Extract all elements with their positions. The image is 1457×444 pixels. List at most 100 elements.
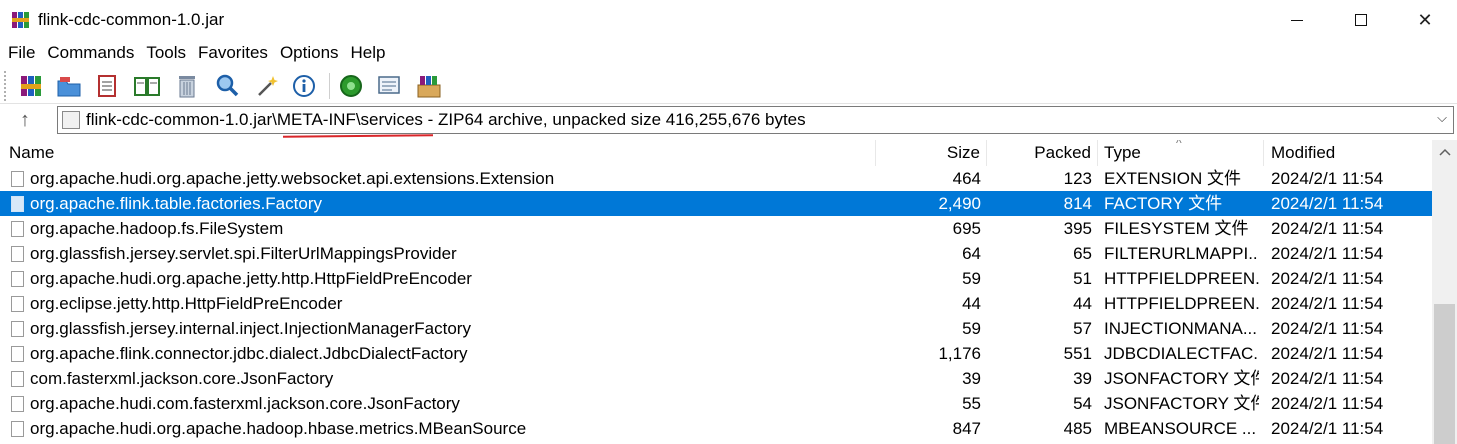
- sfx-button[interactable]: [414, 71, 444, 101]
- file-packed: 551: [1063, 344, 1092, 363]
- file-packed: 123: [1063, 169, 1092, 188]
- file-type: JDBCDIALECTFAC...: [1104, 344, 1259, 363]
- file-type: JSONFACTORY 文件: [1104, 394, 1259, 413]
- column-header-modified[interactable]: Modified: [1264, 140, 1432, 166]
- table-row[interactable]: org.apache.hudi.com.fasterxml.jackson.co…: [0, 391, 1432, 416]
- file-type: FILESYSTEM 文件: [1104, 219, 1249, 238]
- table-row[interactable]: org.apache.hudi.org.apache.jetty.websock…: [0, 166, 1432, 191]
- column-header-size[interactable]: Size: [876, 140, 987, 166]
- file-size: 39: [962, 369, 981, 388]
- file-size: 847: [952, 419, 981, 438]
- file-size: 55: [962, 394, 981, 413]
- column-header-packed[interactable]: Packed: [987, 140, 1098, 166]
- file-type: HTTPFIELDPREEN...: [1104, 294, 1259, 313]
- file-packed: 395: [1063, 219, 1092, 238]
- file-icon: [11, 246, 24, 262]
- file-name: org.apache.hudi.org.apache.jetty.websock…: [30, 169, 555, 188]
- file-modified: 2024/2/1 11:54: [1271, 394, 1384, 413]
- winrar-books-icon: [12, 12, 29, 28]
- scrollbar-thumb[interactable]: [1434, 304, 1455, 444]
- scroll-up-button[interactable]: [1432, 140, 1457, 164]
- java-archive-icon: [62, 111, 80, 129]
- menu-file[interactable]: File: [2, 41, 41, 65]
- address-dropdown-icon[interactable]: ⌵: [1437, 110, 1447, 126]
- list-header: Name Size Packed Type Modified ^: [0, 140, 1432, 166]
- file-type: FILTERURLMAPPI...: [1104, 244, 1259, 263]
- view-icon: [134, 77, 160, 96]
- file-packed: 54: [1073, 394, 1092, 413]
- chevron-up-icon: [1438, 148, 1451, 156]
- wizard-button[interactable]: [252, 71, 282, 101]
- table-row[interactable]: org.glassfish.jersey.internal.inject.Inj…: [0, 316, 1432, 341]
- up-one-level-button[interactable]: ↑: [10, 108, 40, 132]
- menu-help[interactable]: Help: [345, 41, 392, 65]
- maximize-button[interactable]: [1329, 0, 1393, 40]
- table-row[interactable]: com.fasterxml.jackson.core.JsonFactory 3…: [0, 366, 1432, 391]
- menu-bar: File Commands Tools Favorites Options He…: [0, 40, 1457, 66]
- file-modified: 2024/2/1 11:54: [1271, 219, 1384, 238]
- file-modified: 2024/2/1 11:54: [1271, 369, 1384, 388]
- test-icon: [98, 75, 116, 97]
- file-name: org.glassfish.jersey.internal.inject.Inj…: [30, 319, 471, 338]
- extract-to-button[interactable]: [54, 71, 84, 101]
- add-archive-icon: [21, 76, 41, 96]
- table-row[interactable]: org.apache.hudi.org.apache.jetty.http.Ht…: [0, 266, 1432, 291]
- table-row[interactable]: org.apache.hadoop.fs.FileSystem 695 395 …: [0, 216, 1432, 241]
- file-name: com.fasterxml.jackson.core.JsonFactory: [30, 369, 334, 388]
- sort-ascending-icon: ^: [1176, 140, 1182, 150]
- table-row[interactable]: org.apache.flink.connector.jdbc.dialect.…: [0, 341, 1432, 366]
- address-bar[interactable]: flink-cdc-common-1.0.jar\META-INF\servic…: [57, 106, 1454, 134]
- test-button[interactable]: [92, 71, 122, 101]
- delete-icon: [179, 76, 195, 98]
- menu-commands[interactable]: Commands: [41, 41, 140, 65]
- file-packed: 39: [1073, 369, 1092, 388]
- find-button[interactable]: [212, 71, 242, 101]
- menu-options[interactable]: Options: [274, 41, 345, 65]
- up-arrow-icon: ↑: [20, 108, 30, 131]
- file-list: Name Size Packed Type Modified ^ org.apa…: [0, 140, 1432, 444]
- column-header-name[interactable]: Name: [0, 140, 876, 166]
- file-size: 64: [962, 244, 981, 263]
- file-modified: 2024/2/1 11:54: [1271, 244, 1384, 263]
- toolbar-grip[interactable]: [4, 71, 8, 101]
- file-packed: 485: [1063, 419, 1092, 438]
- add-button[interactable]: [16, 71, 46, 101]
- file-type: INJECTIONMANA...: [1104, 319, 1258, 338]
- address-row: ↑ flink-cdc-common-1.0.jar\META-INF\serv…: [0, 104, 1457, 136]
- minimize-button[interactable]: [1265, 0, 1329, 40]
- table-row[interactable]: org.apache.hudi.org.apache.hadoop.hbase.…: [0, 416, 1432, 441]
- table-row[interactable]: org.glassfish.jersey.servlet.spi.FilterU…: [0, 241, 1432, 266]
- table-row[interactable]: org.eclipse.jetty.http.HttpFieldPreEncod…: [0, 291, 1432, 316]
- file-size: 59: [962, 319, 981, 338]
- close-icon: ✕: [1417, 9, 1433, 30]
- file-modified: 2024/2/1 11:54: [1271, 269, 1384, 288]
- virus-scan-button[interactable]: [336, 71, 366, 101]
- file-size: 1,176: [938, 344, 981, 363]
- view-button[interactable]: [132, 71, 162, 101]
- file-name: org.apache.hudi.com.fasterxml.jackson.co…: [30, 394, 460, 413]
- address-path: flink-cdc-common-1.0.jar\META-INF\servic…: [86, 110, 806, 129]
- info-button[interactable]: [289, 71, 319, 101]
- file-packed: 814: [1063, 194, 1092, 213]
- delete-button[interactable]: [172, 71, 202, 101]
- toolbar-separator: [329, 73, 330, 99]
- file-type: MBEANSOURCE ...: [1104, 419, 1257, 438]
- file-modified: 2024/2/1 11:54: [1271, 319, 1384, 338]
- file-modified: 2024/2/1 11:54: [1271, 194, 1384, 213]
- file-modified: 2024/2/1 11:54: [1271, 344, 1384, 363]
- menu-favorites[interactable]: Favorites: [192, 41, 274, 65]
- vertical-scrollbar[interactable]: [1432, 140, 1457, 444]
- file-size: 2,490: [938, 194, 981, 213]
- close-button[interactable]: ✕: [1393, 0, 1457, 40]
- comment-button[interactable]: [374, 71, 404, 101]
- file-modified: 2024/2/1 11:54: [1271, 419, 1384, 438]
- find-icon: [216, 74, 239, 97]
- minimize-icon: [1291, 19, 1303, 21]
- table-row[interactable]: org.apache.flink.table.factories.Factory…: [0, 191, 1432, 216]
- file-icon: [11, 346, 24, 362]
- toolbar: [0, 66, 1457, 104]
- file-icon: [11, 321, 24, 337]
- file-modified: 2024/2/1 11:54: [1271, 294, 1384, 313]
- file-icon: [11, 296, 24, 312]
- menu-tools[interactable]: Tools: [140, 41, 192, 65]
